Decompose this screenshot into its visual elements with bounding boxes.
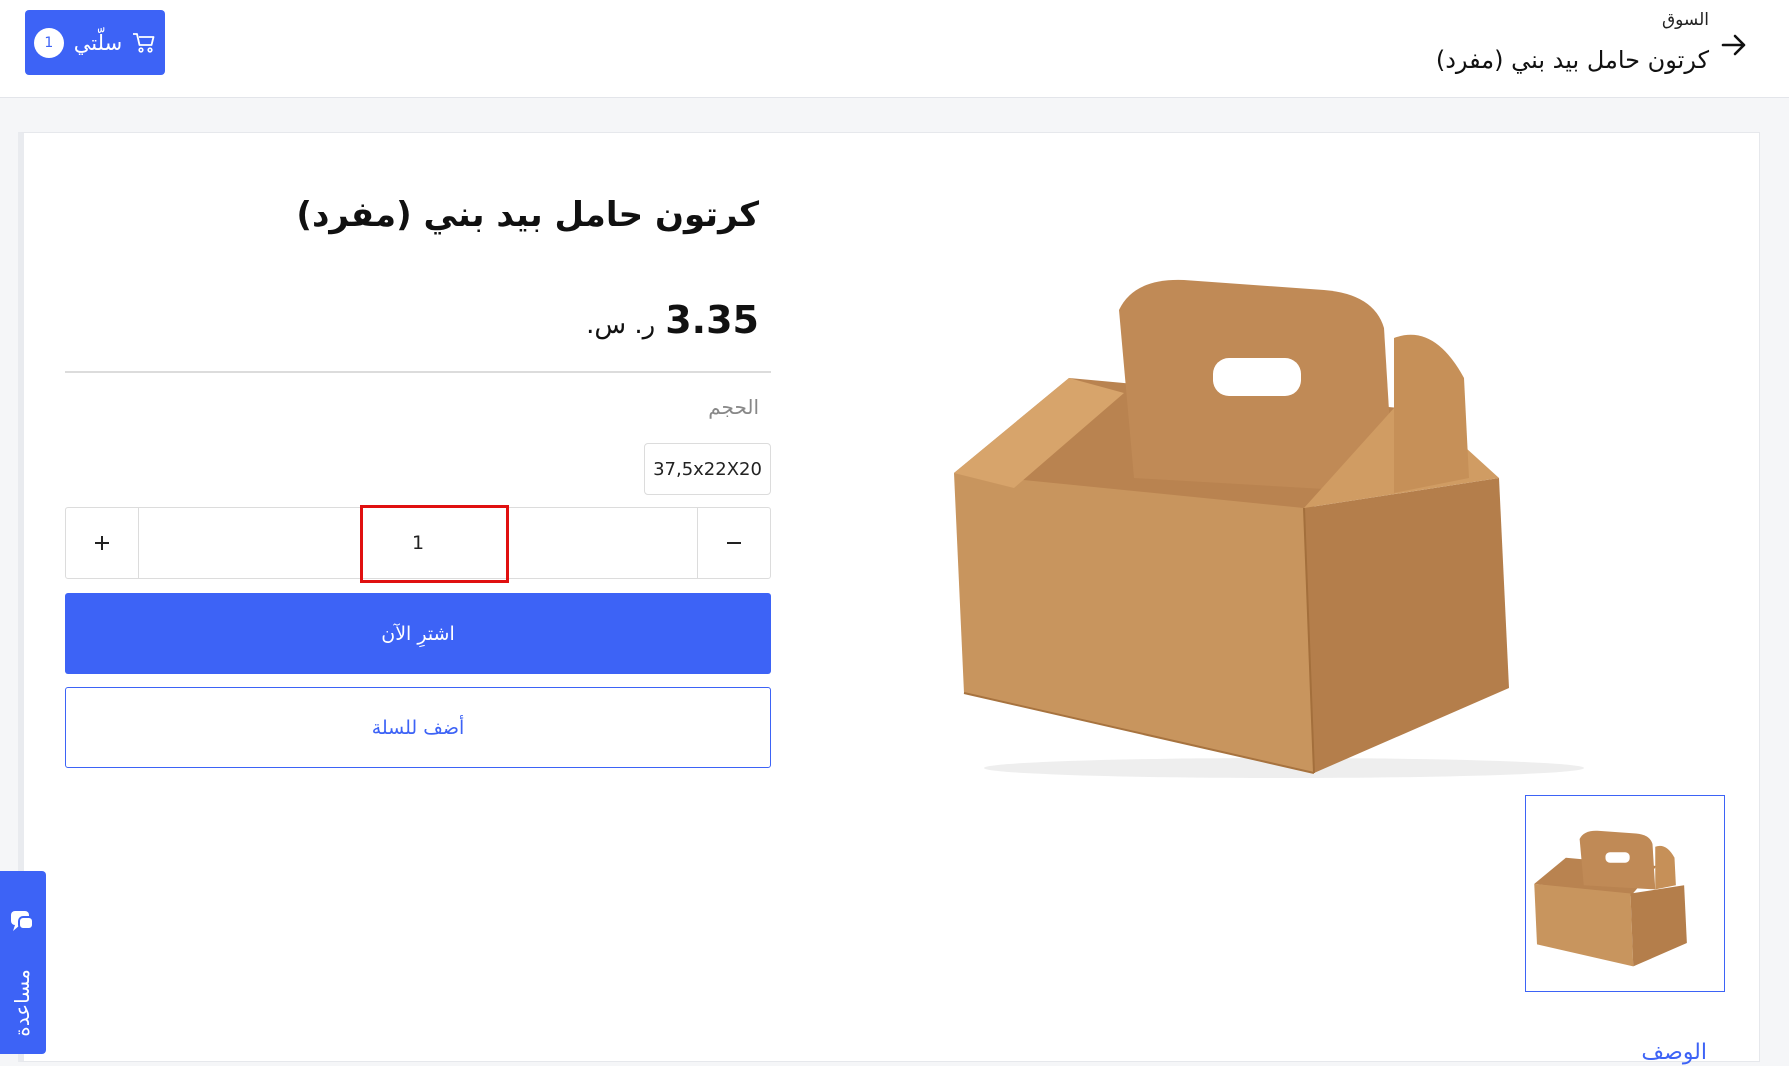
thumbnail-image	[1534, 830, 1687, 967]
chat-icon	[11, 911, 34, 931]
product-card: كرتون حامل بيد بني (مفرد) 3.35 ر. س. الح…	[18, 132, 1760, 1065]
plus-icon	[95, 536, 109, 550]
help-button[interactable]: مساعدة	[0, 871, 46, 1054]
product-thumbnail[interactable]	[1525, 795, 1725, 992]
price-currency: ر. س.	[586, 310, 656, 340]
product-title: كرتون حامل بيد بني (مفرد)	[296, 195, 759, 235]
size-label: الحجم	[708, 395, 759, 419]
price-value: 3.35	[665, 298, 759, 342]
header-title-group: السوق كرتون حامل بيد بني (مفرد)	[1429, 8, 1749, 88]
arrow-right-icon[interactable]	[1719, 30, 1749, 60]
breadcrumb[interactable]: السوق	[1662, 10, 1709, 30]
cart-label: سلّتي	[73, 30, 123, 55]
quantity-input[interactable]	[139, 508, 697, 578]
minus-icon	[727, 542, 741, 544]
divider	[65, 371, 771, 373]
help-label-wrap: مساعدة	[2, 953, 42, 1053]
product-image	[954, 279, 1584, 778]
cart-count-badge: 1	[33, 27, 64, 58]
help-label: مساعدة	[10, 969, 34, 1037]
top-header: 1 سلّتي السوق كرتون حامل بيد بني (مفرد)	[0, 0, 1789, 98]
tab-description[interactable]: الوصف	[1641, 1040, 1707, 1065]
size-option[interactable]: 37,5x22X20	[644, 443, 771, 495]
price: 3.35 ر. س.	[586, 298, 759, 342]
page-title: كرتون حامل بيد بني (مفرد)	[1435, 46, 1709, 74]
decrease-quantity-button[interactable]	[697, 508, 770, 578]
quantity-stepper	[65, 507, 771, 579]
cart-icon	[133, 32, 155, 53]
increase-quantity-button[interactable]	[66, 508, 139, 578]
cart-button[interactable]: 1 سلّتي	[25, 10, 165, 75]
buy-now-button[interactable]: اشترِ الآن	[65, 593, 771, 674]
add-to-cart-button[interactable]: أضف للسلة	[65, 687, 771, 768]
